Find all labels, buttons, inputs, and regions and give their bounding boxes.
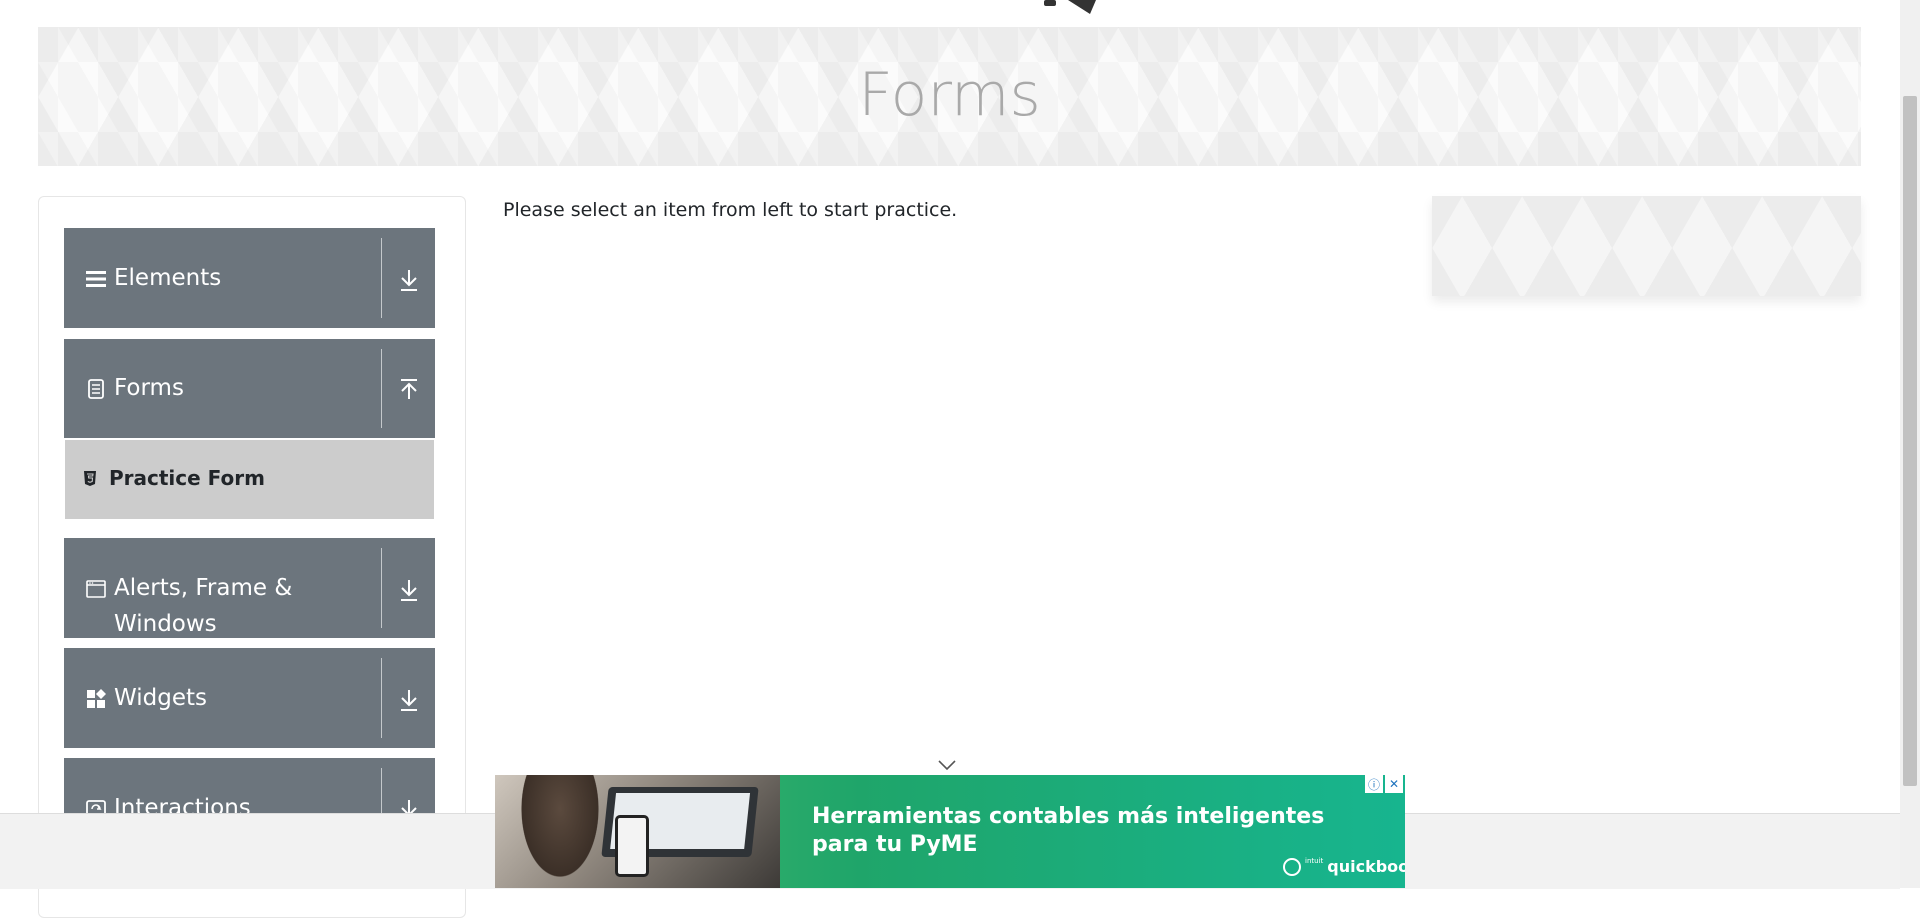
widgets-icon (87, 689, 106, 708)
info-icon[interactable]: ⓘ (1365, 775, 1383, 793)
ad-headline: Herramientas contables más inteligentes … (812, 804, 1325, 857)
site-logo-fragment (1044, 0, 1096, 14)
window-icon (86, 580, 106, 598)
side-banner (1432, 196, 1861, 296)
download-arrow-icon[interactable] (398, 798, 420, 813)
download-arrow-icon[interactable] (398, 268, 420, 292)
ad-brand-prefix: intuit (1305, 857, 1324, 865)
chevron-down-icon[interactable] (937, 758, 957, 772)
list-icon (86, 271, 106, 287)
html5-icon (84, 471, 96, 486)
sidebar-group-label-line2: Windows (114, 611, 217, 637)
intro-text: Please select an item from left to start… (503, 199, 958, 221)
divider (381, 548, 382, 628)
sidebar-group-label: Elements (114, 265, 222, 291)
ad-brand: intuit quickbooks. (1283, 857, 1405, 876)
sidebar-group-label: Alerts, Frame & (114, 575, 293, 601)
sidebar-group-interactions[interactable]: Interactions (64, 758, 435, 813)
upload-arrow-icon[interactable] (398, 377, 420, 401)
sidebar-item-practice-form[interactable]: Practice Form (65, 440, 434, 519)
page-title: Forms (858, 60, 1041, 130)
ad-photo (495, 775, 780, 888)
ad-brand-name: quickbooks. (1327, 857, 1405, 876)
close-icon[interactable]: ✕ (1385, 775, 1403, 793)
divider (381, 768, 382, 813)
sidebar-group-label: Interactions (114, 795, 251, 813)
sidebar-group-elements[interactable]: Elements (64, 228, 435, 328)
download-arrow-icon[interactable] (398, 688, 420, 712)
download-arrow-icon[interactable] (398, 578, 420, 602)
divider (381, 238, 382, 318)
sidebar-group-label: Widgets (114, 685, 207, 711)
sidebar-group-widgets[interactable]: Widgets (64, 648, 435, 748)
sidebar-group-label: Forms (114, 375, 184, 401)
scrollbar-thumb[interactable] (1903, 96, 1917, 786)
advertisement-banner[interactable]: Herramientas contables más inteligentes … (495, 775, 1405, 888)
interactions-icon (86, 800, 106, 813)
ad-photo-person (515, 775, 605, 888)
sidebar-group-alerts-frame-windows[interactable]: Alerts, Frame & Windows (64, 538, 435, 638)
sidebar-menu: Elements Forms Practice Form Alerts, Fra… (64, 228, 435, 813)
sidebar-group-forms[interactable]: Forms (64, 339, 435, 438)
sidebar-item-label: Practice Form (109, 466, 265, 490)
divider (381, 658, 382, 738)
divider (381, 349, 382, 428)
quickbooks-logo-icon (1283, 857, 1301, 876)
page-header-banner: Forms (38, 27, 1861, 166)
document-icon (88, 379, 104, 399)
ad-photo-phone (615, 815, 649, 877)
